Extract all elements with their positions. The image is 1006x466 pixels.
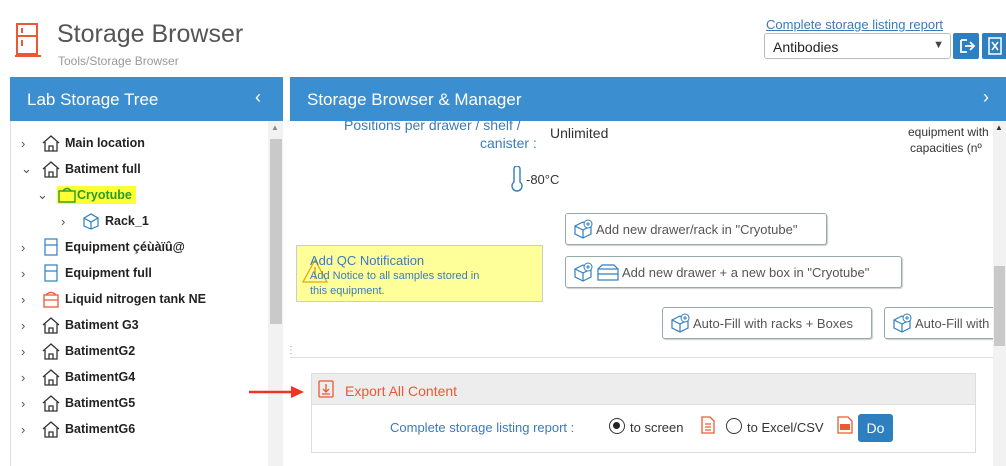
chevron-right-icon[interactable]: › [21,136,35,151]
tree-scrollbar[interactable]: ▲ [268,121,283,466]
qc-notification-title[interactable]: Add QC Notification [310,253,424,268]
chevron-down-icon[interactable]: ⌄ [21,161,35,177]
freezer-icon [44,238,58,256]
tree-item-main-location[interactable]: › Main location [21,131,145,155]
tree-item-batiment-g5[interactable]: › BatimentG5 [21,391,135,415]
tree-scrollbar-thumb[interactable] [270,139,282,324]
page-title: Storage Browser [57,20,244,48]
chevron-down-icon[interactable]: ⌄ [37,187,51,203]
lab-storage-tree-panel: Lab Storage Tree ‹ › Main location ⌄ Bat… [10,77,283,466]
do-export-button[interactable]: Do [858,414,893,442]
autofill-icon [893,313,912,333]
chevron-right-icon[interactable]: › [21,266,35,281]
export-panel: Export All Content Complete storage list… [311,373,976,453]
export-to-screen-button[interactable] [953,33,979,59]
tree-item-liquid-nitrogen-tank[interactable]: › Liquid nitrogen tank NE [21,287,206,311]
home-icon [42,395,60,412]
tree-item-cryotube[interactable]: ⌄ Cryotube [37,183,136,207]
content-scrollbar-thumb[interactable] [994,266,1005,346]
capacity-note-cont: capacities (nº [910,141,982,155]
tree-panel-title: Lab Storage Tree [27,90,159,109]
tree-item-batiment-full[interactable]: ⌄ Batiment full [21,157,141,181]
add-rack-icon [574,219,593,239]
storage-manager-panel: Storage Browser & Manager › Positions pe… [290,77,1006,466]
page-header: Storage Browser Tools/Storage Browser Co… [0,0,1006,74]
content-scrollbar[interactable]: ▲ [993,121,1006,466]
tree-panel-header: Lab Storage Tree ‹ [10,77,283,121]
freezer-icon [44,264,58,282]
add-box-icon [597,264,619,281]
positions-label-cont: canister : [480,135,537,151]
home-icon [42,343,60,360]
add-drawer-button[interactable]: Add new drawer/rack in "Cryotube" [565,213,827,245]
cryotube-icon [57,186,77,204]
annotation-arrow-icon [249,386,304,398]
chevron-down-icon: ▼ [933,39,944,51]
autofill-racks-boxes-button[interactable]: Auto-Fill with racks + Boxes [662,307,872,339]
storage-tree: › Main location ⌄ Batiment full ⌄ Cryotu… [10,121,283,466]
add-drawer-box-button[interactable]: Add new drawer + a new box in "Cryotube" [565,256,902,288]
radio-to-screen-label: to screen [630,420,684,435]
home-icon [42,421,60,438]
tree-item-batiment-g6[interactable]: › BatimentG6 [21,417,135,441]
radio-to-excel[interactable] [726,418,742,434]
qc-notification-box[interactable]: Add QC Notification Add Notice to all sa… [296,245,543,302]
freezer-icon [15,23,41,57]
positions-value: Unlimited [550,125,609,141]
document-icon [701,416,715,434]
chevron-right-icon[interactable]: › [61,214,75,229]
chevron-right-icon[interactable]: › [21,344,35,359]
report-format-label: Complete storage listing report : [390,420,575,435]
tree-item-batiment-g3[interactable]: › Batiment G3 [21,313,139,337]
excel-icon [988,37,1002,55]
rack-icon [83,213,99,230]
export-icon [960,39,976,53]
tree-item-batiment-g4[interactable]: › BatimentG4 [21,365,135,389]
chevron-right-icon[interactable]: › [983,87,989,108]
home-icon [42,161,60,178]
tree-item-equipment-full[interactable]: › Equipment full [21,261,152,285]
tree-item-batiment-g2[interactable]: › BatimentG2 [21,339,135,363]
home-icon [42,317,60,334]
temperature-value: -80°C [526,172,560,187]
chevron-right-icon[interactable]: › [21,318,35,333]
download-file-icon [318,380,334,398]
category-select-value: Antibodies [773,39,839,55]
thermometer-icon [511,166,523,192]
home-icon [42,369,60,386]
manager-panel-title: Storage Browser & Manager [307,90,522,109]
chevron-right-icon[interactable]: › [21,370,35,385]
home-icon [42,135,60,152]
chevron-left-icon[interactable]: ‹ [255,87,261,108]
chevron-right-icon[interactable]: › [21,292,35,307]
breadcrumb: Tools/Storage Browser [58,54,179,68]
tree-item-equipment-special[interactable]: › Equipment çéùàïû@ [21,235,185,259]
radio-to-screen[interactable] [609,418,625,434]
chevron-right-icon[interactable]: › [21,396,35,411]
scroll-up-icon[interactable]: ▲ [995,123,1003,132]
csv-icon [837,416,853,434]
category-select[interactable]: Antibodies ▼ [764,33,951,59]
export-all-content-title: Export All Content [345,383,458,399]
export-panel-header: Export All Content [312,374,975,405]
radio-to-excel-label: to Excel/CSV [747,420,824,435]
tank-icon [43,291,59,308]
autofill-button[interactable]: Auto-Fill with [884,307,1004,339]
manager-panel-header: Storage Browser & Manager › [290,77,1006,121]
autofill-icon [671,313,690,333]
positions-label: Positions per drawer / shelf / [344,121,521,133]
chevron-right-icon[interactable]: › [21,422,35,437]
scroll-up-icon[interactable]: ▲ [271,123,279,132]
qc-notification-desc: Add Notice to all samples stored in [310,270,480,282]
manager-content: Positions per drawer / shelf / canister … [290,121,1006,466]
chevron-right-icon[interactable]: › [21,240,35,255]
divider [290,357,993,358]
add-rack-icon [574,262,593,282]
tree-item-rack-1[interactable]: › Rack_1 [61,209,149,233]
capacity-note: equipment with [908,125,989,139]
export-to-excel-button[interactable] [982,33,1006,59]
storage-report-link[interactable]: Complete storage listing report [766,17,943,32]
qc-notification-desc-cont: this equipment. [310,285,385,297]
